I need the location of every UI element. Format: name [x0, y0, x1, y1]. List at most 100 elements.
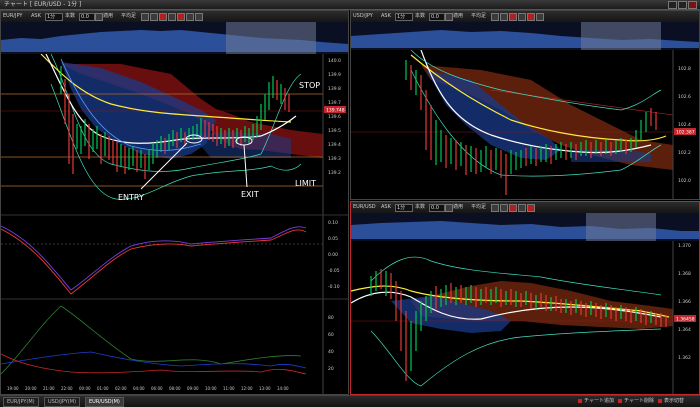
add-icon	[578, 398, 582, 403]
checkbox-apply[interactable]	[95, 13, 103, 21]
chart-area[interactable]: 102.8 102.6 102.4 102.2 102.0 102.387	[351, 50, 699, 199]
svg-text:60: 60	[328, 332, 334, 338]
average-label: 平均足	[121, 13, 137, 19]
ask-label: ASK	[381, 13, 391, 19]
svg-text:04:00: 04:00	[133, 386, 145, 391]
current-price-text: 1.36458	[676, 317, 695, 323]
pair-selector[interactable]: EUR/USD	[353, 204, 376, 211]
svg-text:1.366: 1.366	[678, 299, 691, 305]
stop-label: STOP	[299, 81, 320, 90]
pair-selector[interactable]: USD/JPY	[353, 13, 373, 20]
svg-text:02:00: 02:00	[115, 386, 127, 391]
count-input[interactable]: 0.0	[429, 204, 445, 212]
apply-label: 適用	[453, 13, 464, 19]
overview-strip[interactable]	[1, 22, 348, 54]
sub1-axis: 0.10 0.05 0.00 -0.05 -0.10	[328, 220, 340, 290]
chart-pane-usdjpy[interactable]: USD/JPY ASK 1分 本数 0.0 適用 平均足 102.8 102.6…	[350, 10, 700, 200]
window-titlebar: チャート [ EUR/USD - 1分 ]	[0, 0, 700, 10]
chart-area[interactable]: 1.370 1.368 1.366 1.364 1.362 1.36458	[351, 241, 699, 394]
svg-text:08:00: 08:00	[169, 386, 181, 391]
svg-text:140.0: 140.0	[328, 58, 341, 64]
chart-pane-eurjpy[interactable]: EUR/JPY ASK 1分 本数 0.0 適用 平均足 STOP ENTRY …	[0, 10, 349, 395]
interval-select[interactable]: 1分	[395, 204, 413, 212]
tool-button[interactable]	[536, 13, 544, 21]
svg-text:01:00: 01:00	[97, 386, 109, 391]
count-label: 本数	[415, 13, 426, 19]
svg-text:20: 20	[328, 366, 334, 372]
overview-strip[interactable]	[351, 22, 699, 50]
svg-text:21:00: 21:00	[43, 386, 55, 391]
count-input[interactable]: 0.0	[429, 13, 445, 21]
pair-selector[interactable]: EUR/JPY	[3, 13, 22, 20]
exit-label: EXIT	[241, 190, 259, 199]
svg-text:139.2: 139.2	[328, 170, 341, 176]
svg-text:102.0: 102.0	[678, 178, 691, 184]
tool-button[interactable]	[141, 13, 149, 21]
tool-button[interactable]	[518, 204, 526, 212]
svg-text:06:00: 06:00	[151, 386, 163, 391]
count-input[interactable]: 0.0	[79, 13, 95, 21]
maximize-button[interactable]	[678, 1, 687, 9]
apply-label: 適用	[453, 204, 464, 210]
tool-button[interactable]	[150, 13, 158, 21]
chart-area[interactable]: STOP ENTRY EXIT LIMIT 140.0 139.9 139.8 …	[1, 54, 348, 394]
apply-label: 適用	[103, 13, 114, 19]
checkbox-apply[interactable]	[445, 204, 453, 212]
svg-text:-0.10: -0.10	[328, 284, 340, 290]
entry-label: ENTRY	[118, 193, 144, 202]
ask-label: ASK	[381, 204, 391, 210]
svg-text:139.3: 139.3	[328, 156, 341, 162]
tool-button[interactable]	[509, 13, 517, 21]
svg-text:139.7: 139.7	[328, 100, 341, 106]
svg-text:1.368: 1.368	[678, 271, 691, 277]
overview-strip[interactable]	[351, 213, 699, 241]
tool-button[interactable]	[186, 13, 194, 21]
svg-text:0.00: 0.00	[328, 252, 338, 258]
chart-pane-eurusd[interactable]: EUR/USD ASK 1分 本数 0.0 適用 平均足 1.370 1.368…	[350, 201, 700, 395]
svg-text:-0.05: -0.05	[328, 268, 340, 274]
average-label: 平均足	[471, 204, 487, 210]
svg-text:0.05: 0.05	[328, 236, 338, 242]
toggle-display-label: 表示切替	[664, 398, 685, 404]
tool-button[interactable]	[159, 13, 167, 21]
count-label: 本数	[415, 204, 426, 210]
close-button[interactable]	[688, 1, 697, 9]
svg-text:139.8: 139.8	[328, 86, 341, 92]
delete-chart-button[interactable]: チャート削除	[618, 397, 654, 405]
svg-text:1.370: 1.370	[678, 243, 691, 249]
svg-text:14:00: 14:00	[277, 386, 289, 391]
svg-text:1.364: 1.364	[678, 327, 691, 333]
tool-button[interactable]	[527, 204, 535, 212]
svg-text:11:00: 11:00	[223, 386, 235, 391]
current-price-text: 102.387	[676, 130, 695, 136]
toggle-display-button[interactable]: 表示切替	[658, 397, 684, 405]
tool-button[interactable]	[195, 13, 203, 21]
interval-select[interactable]: 1分	[395, 13, 413, 21]
tool-button[interactable]	[177, 13, 185, 21]
interval-select[interactable]: 1分	[45, 13, 63, 21]
tool-button[interactable]	[491, 13, 499, 21]
tool-button[interactable]	[509, 204, 517, 212]
tool-button[interactable]	[500, 204, 508, 212]
minimize-button[interactable]	[668, 1, 677, 9]
current-price-text: 139.748	[326, 108, 345, 114]
svg-text:102.2: 102.2	[678, 150, 691, 156]
price-axis: 102.8 102.6 102.4 102.2 102.0	[678, 66, 691, 184]
limit-label: LIMIT	[295, 179, 316, 188]
svg-text:139.6: 139.6	[328, 114, 341, 120]
tool-button[interactable]	[168, 13, 176, 21]
add-chart-button[interactable]: チャート追加	[578, 397, 614, 405]
svg-text:139.5: 139.5	[328, 128, 341, 134]
svg-text:40: 40	[328, 349, 334, 355]
tool-button[interactable]	[518, 13, 526, 21]
svg-text:09:00: 09:00	[187, 386, 199, 391]
price-axis: 140.0 139.9 139.8 139.7 139.6 139.5 139.…	[328, 58, 341, 176]
chart-tab-bar: EUR/JPY(M) USD/JPY(M) EUR/USD(M) チャート追加 …	[0, 395, 700, 407]
svg-text:139.9: 139.9	[328, 72, 341, 78]
checkbox-apply[interactable]	[445, 13, 453, 21]
window-title: チャート [ EUR/USD - 1分 ]	[4, 1, 82, 8]
svg-text:22:00: 22:00	[61, 386, 73, 391]
tool-button[interactable]	[491, 204, 499, 212]
tool-button[interactable]	[500, 13, 508, 21]
tool-button[interactable]	[527, 13, 535, 21]
